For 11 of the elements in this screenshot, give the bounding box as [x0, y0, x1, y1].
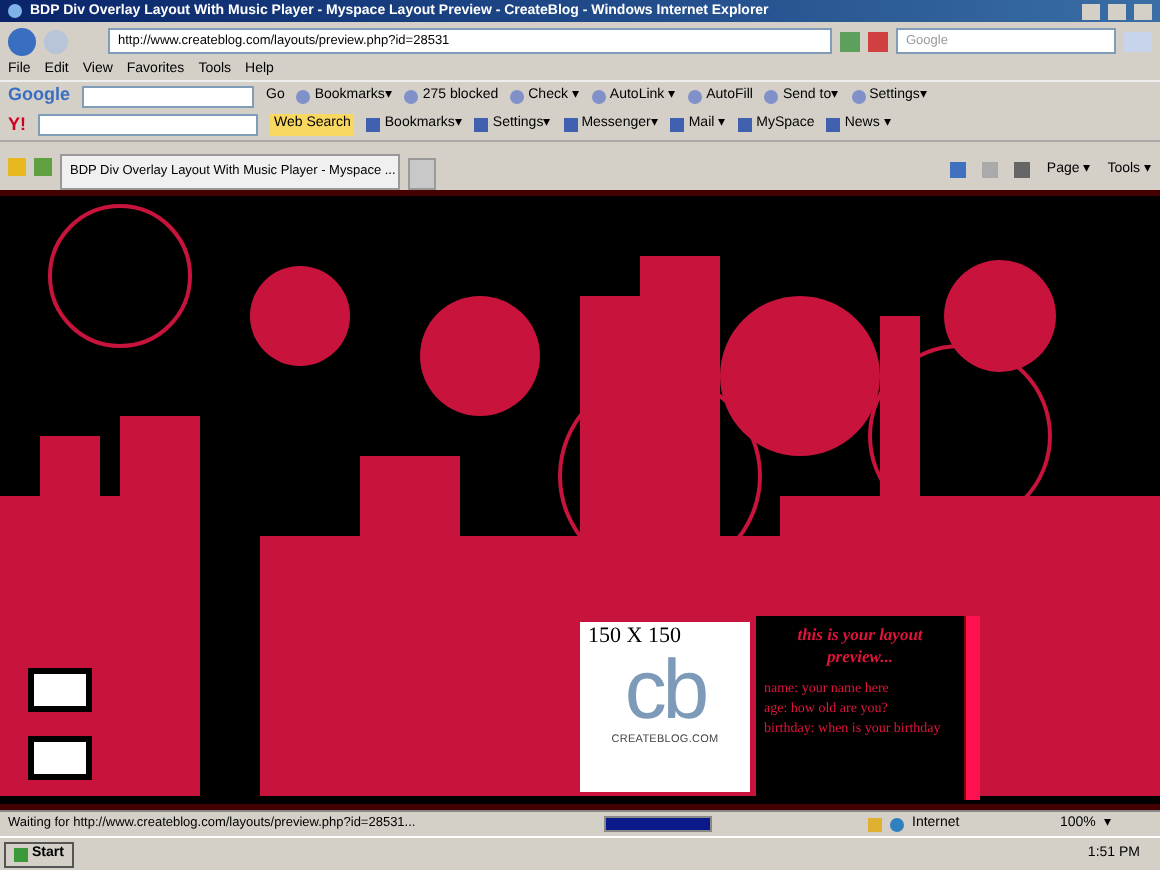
new-tab-button[interactable] [408, 158, 436, 190]
size-label: 150 X 150 [588, 626, 681, 648]
panel-heading: this is your layout preview... [795, 624, 925, 667]
thumbnail-frame [28, 736, 92, 780]
google-logo: Google [8, 82, 70, 109]
google-search-field[interactable] [82, 85, 254, 107]
yahoo-logo: Y! [8, 111, 26, 138]
yahoo-search-field[interactable] [38, 114, 258, 136]
createblog-logo: cb [624, 648, 706, 732]
thumbnail-frame [28, 668, 92, 712]
scrollbar[interactable] [964, 616, 980, 800]
